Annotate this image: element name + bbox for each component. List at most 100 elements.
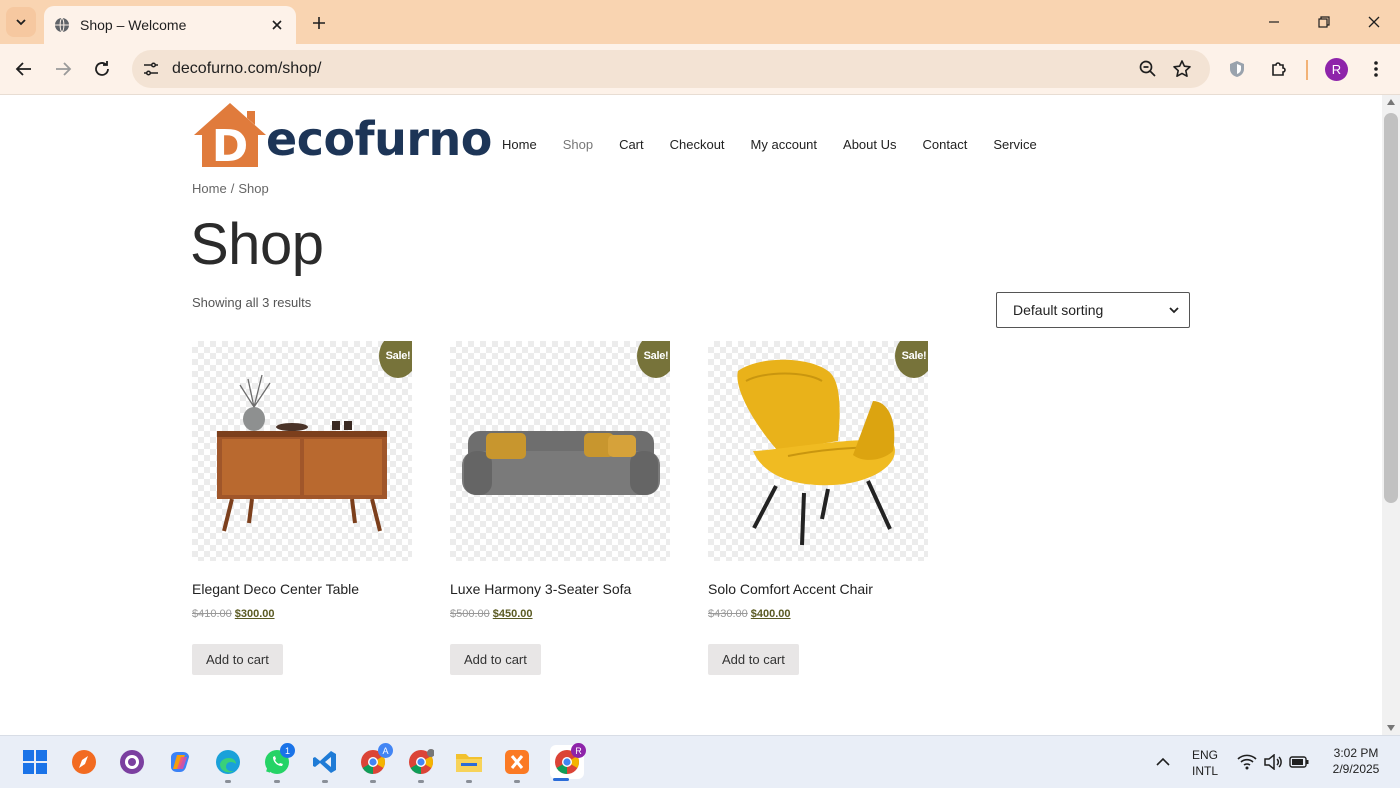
restore-icon [1318,16,1330,28]
battery-icon [1289,756,1309,768]
minimize-button[interactable] [1249,0,1299,44]
sale-price: $300.00 [234,608,275,620]
taskbar-app-compass[interactable] [69,747,99,777]
product-card: Sale! Elegant Deco Center Table $410.00 $… [192,341,412,675]
reload-button[interactable] [86,53,118,85]
nav-about-us[interactable]: About Us [843,137,896,152]
product-price: $410.00 $300.00 [192,608,275,620]
chevron-up-icon [1156,757,1170,766]
add-to-cart-button[interactable]: Add to cart [450,644,541,675]
zoom-icon[interactable] [1138,59,1158,79]
product-price: $500.00 $450.00 [450,608,533,620]
browser-menu-button[interactable] [1364,57,1388,81]
vscode-icon [313,751,336,773]
tab-active[interactable]: Shop – Welcome [44,6,296,44]
extensions-button[interactable] [1267,57,1291,81]
close-tab-icon[interactable] [268,16,286,34]
logo-text: ecofurno [266,112,492,166]
taskbar-app-chrome-profile-a[interactable]: A [358,743,393,777]
product-image[interactable]: Sale! [708,341,928,561]
show-hidden-icons-button[interactable] [1148,747,1178,777]
taskbar-app-xampp[interactable] [502,747,532,777]
nav-my-account[interactable]: My account [751,137,817,152]
taskbar-app-github[interactable] [117,747,147,777]
notification-badge: 1 [280,743,295,758]
taskbar-app-vscode[interactable] [310,747,340,777]
nav-home[interactable]: Home [502,137,537,152]
globe-icon [55,17,69,33]
page-title: Shop [190,212,324,277]
restore-button[interactable] [1299,0,1349,44]
tab-title: Shop – Welcome [80,17,187,33]
nav-contact[interactable]: Contact [923,137,968,152]
chevron-down-icon [1169,307,1179,314]
clock[interactable]: 3:02 PM 2/9/2025 [1318,745,1394,777]
taskbar-app-chrome-profile-b[interactable] [406,747,436,777]
sort-select[interactable]: Default sorting [996,292,1190,328]
taskbar-app-file-explorer[interactable] [454,747,484,777]
tab-strip: Shop – Welcome [0,0,1400,44]
product-name[interactable]: Luxe Harmony 3-Seater Sofa [450,581,631,597]
address-bar[interactable]: decofurno.com/shop/ [132,50,1210,88]
scroll-thumb[interactable] [1384,113,1398,503]
original-price: $500.00 [450,608,490,620]
github-icon [120,750,144,774]
nav-checkout[interactable]: Checkout [670,137,725,152]
nav-shop[interactable]: Shop [563,137,593,152]
house-logo-icon: D [194,103,266,169]
extension-shield-button[interactable] [1225,57,1249,81]
nav-service[interactable]: Service [993,137,1036,152]
forward-button[interactable] [47,53,79,85]
more-vertical-icon [1374,61,1378,77]
profile-avatar[interactable]: R [1325,58,1348,81]
reload-icon [95,61,109,76]
running-indicator [418,780,424,783]
windows-taskbar: 1 A R ENG INTL 3:02 PM 2/9/2025 [0,735,1400,788]
scroll-up-icon[interactable] [1387,99,1395,105]
running-indicator [322,780,328,783]
start-button[interactable] [20,747,50,777]
url-text: decofurno.com/shop/ [172,60,322,77]
battery-status[interactable] [1284,747,1314,777]
breadcrumb-home[interactable]: Home [192,181,227,196]
toolbar-divider [1306,60,1308,80]
add-to-cart-button[interactable]: Add to cart [192,644,283,675]
chevron-down-icon [16,19,26,26]
tab-search-button[interactable] [6,7,36,37]
taskbar-app-whatsapp[interactable]: 1 [262,743,295,777]
add-to-cart-button[interactable]: Add to cart [708,644,799,675]
language-code: ENG [1191,748,1218,762]
product-card: Sale! Luxe Harmony 3-Seater Sofa $500.00… [450,341,670,675]
arrow-right-icon [56,62,72,76]
nav-cart[interactable]: Cart [619,137,644,152]
original-price: $430.00 [708,608,748,620]
product-name[interactable]: Solo Comfort Accent Chair [708,581,873,597]
product-image[interactable]: Sale! [192,341,412,561]
profile-badge: A [378,743,393,758]
running-indicator [514,780,520,783]
close-window-button[interactable] [1349,0,1399,44]
shield-icon [1230,61,1244,77]
puzzle-icon [1272,62,1286,76]
page-scrollbar[interactable] [1382,95,1400,735]
taskbar-app-chrome-active[interactable]: R [550,743,586,779]
arrow-left-icon [15,62,31,76]
sale-price: $400.00 [750,608,791,620]
original-price: $410.00 [192,608,232,620]
edge-icon [216,750,240,774]
running-indicator [274,780,280,783]
product-name[interactable]: Elegant Deco Center Table [192,581,359,597]
plus-icon [313,17,325,29]
product-price: $430.00 $400.00 [708,608,791,620]
new-tab-button[interactable] [306,10,332,36]
product-image[interactable]: Sale! [450,341,670,561]
site-settings-icon[interactable] [142,60,160,78]
browser-toolbar: decofurno.com/shop/ R [0,44,1400,95]
back-button[interactable] [8,53,40,85]
taskbar-app-edge[interactable] [213,747,243,777]
scroll-down-icon[interactable] [1387,725,1395,731]
taskbar-app-copilot[interactable] [165,747,195,777]
bookmark-star-icon[interactable] [1172,59,1192,79]
site-logo[interactable]: D ecofurno [192,101,492,169]
language-indicator[interactable]: ENG INTL [1185,747,1225,779]
